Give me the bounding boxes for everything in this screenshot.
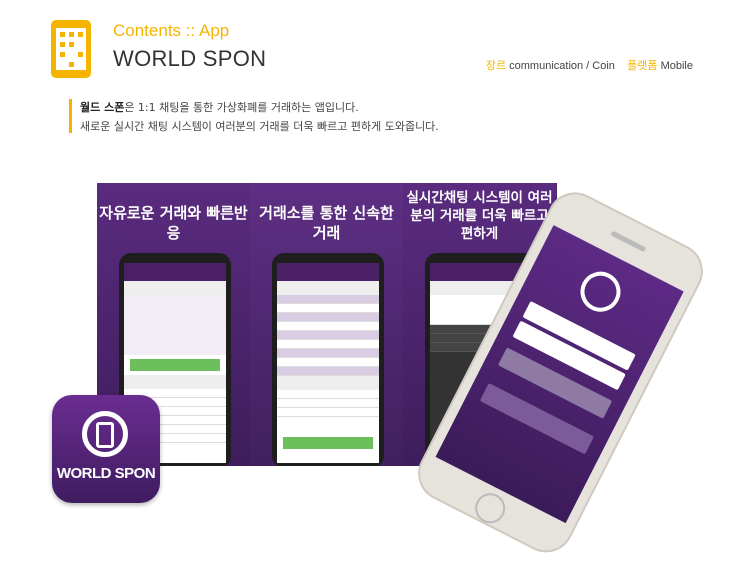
genre-label: 장르 bbox=[485, 60, 507, 72]
mobile-app-icon bbox=[51, 20, 91, 78]
home-button-icon bbox=[469, 488, 511, 529]
login-screen bbox=[435, 225, 684, 524]
project-meta: 장르 communication / Coin 플랫폼 Mobile bbox=[486, 57, 693, 73]
portfolio-page: Contents :: App WORLD SPON 장르 communicat… bbox=[0, 0, 755, 580]
panel-title: 거래소를 통한 신속한 거래 bbox=[259, 204, 394, 242]
app-name: 월드 스폰 bbox=[80, 101, 125, 114]
description-line2: 새로운 실시간 채팅 시스템이 여러분의 거래를 더욱 빠르고 편하게 도와줍니… bbox=[80, 120, 439, 133]
genre-value: communication / Coin bbox=[509, 60, 615, 72]
app-icon-label: WORLD SPON bbox=[56, 465, 156, 482]
description-accent-bar bbox=[69, 99, 72, 133]
platform-label: 플랫폼 bbox=[627, 60, 658, 72]
section-subtitle: Contents :: App bbox=[113, 21, 230, 40]
description-line1: 은 1:1 채팅을 통한 가상화폐를 거래하는 앱입니다. bbox=[124, 101, 359, 114]
world-spon-logo-icon bbox=[573, 264, 628, 319]
panel-title: 자유로운 거래와 빠른반응 bbox=[99, 204, 248, 242]
page-title: WORLD SPON bbox=[113, 46, 267, 71]
world-spon-app-icon: WORLD SPON bbox=[52, 395, 160, 503]
description: 월드 스폰은 1:1 채팅을 통한 가상화폐를 거래하는 앱입니다. 새로운 실… bbox=[80, 98, 439, 136]
platform-value: Mobile bbox=[660, 60, 693, 72]
